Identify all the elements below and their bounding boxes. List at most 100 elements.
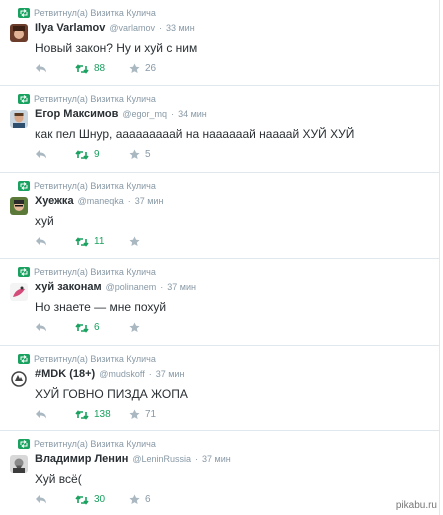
- avatar[interactable]: [10, 24, 28, 42]
- retweet-icon: [75, 63, 89, 74]
- author-name[interactable]: Егор Максимов: [35, 108, 118, 120]
- separator-dot: ·: [158, 23, 162, 33]
- tweet-actions: 9 5: [35, 149, 215, 163]
- retweet-context: Ретвитнул(а) Визитка Кулича: [18, 354, 156, 364]
- retweet-count: 30: [94, 494, 106, 505]
- tweet-actions: 6: [35, 322, 215, 336]
- author-handle[interactable]: @maneqka: [78, 196, 124, 206]
- author-name[interactable]: #MDK (18+): [35, 368, 95, 380]
- author-name[interactable]: Хуежка: [35, 195, 74, 207]
- author-handle[interactable]: @egor_mq: [122, 109, 167, 119]
- tweet-item: Ретвитнул(а) Визитка Кулича Ilya Varlamo…: [0, 0, 440, 86]
- author-name[interactable]: хуй законам: [35, 281, 102, 293]
- tweet-item: Ретвитнул(а) Визитка Кулича Хуежка @mane…: [0, 173, 440, 259]
- favorite-button[interactable]: [129, 322, 145, 333]
- author-name[interactable]: Ilya Varlamov: [35, 22, 105, 34]
- favorite-count: 71: [145, 409, 157, 420]
- retweet-badge-icon: [18, 181, 30, 191]
- reply-icon: [36, 150, 46, 159]
- retweet-context: Ретвитнул(а) Визитка Кулича: [18, 439, 156, 449]
- retweet-count: 88: [94, 63, 106, 74]
- tweet-text: Но знаете — мне похуй: [35, 300, 167, 314]
- retweet-badge-icon: [18, 354, 30, 364]
- tweet-item: Ретвитнул(а) Визитка Кулича хуй законам …: [0, 259, 440, 346]
- separator-dot: ·: [160, 282, 164, 292]
- favorite-button[interactable]: 6: [129, 494, 151, 505]
- tweet-actions: 11: [35, 236, 215, 250]
- author-handle[interactable]: @polinanem: [106, 282, 157, 292]
- favorite-button[interactable]: 26: [129, 63, 156, 74]
- reply-icon: [36, 323, 46, 332]
- reply-icon: [36, 410, 46, 419]
- separator-dot: ·: [195, 454, 199, 464]
- reply-button[interactable]: [35, 494, 47, 504]
- star-icon: [129, 494, 140, 504]
- favorite-count: 5: [145, 149, 151, 160]
- favorite-button[interactable]: 71: [129, 409, 156, 420]
- tweet-text: Хуй всё(: [35, 472, 82, 486]
- retweet-count: 9: [94, 149, 100, 160]
- retweet-icon: [75, 409, 89, 420]
- retweet-icon: [75, 236, 89, 247]
- favorite-button[interactable]: 5: [129, 149, 151, 160]
- retweet-button[interactable]: 138: [75, 409, 111, 420]
- reply-button[interactable]: [35, 409, 47, 419]
- avatar[interactable]: [10, 370, 28, 388]
- tweet-text: ХУЙ ГОВНО ПИЗДА ЖОПА: [35, 387, 188, 401]
- retweet-context: Ретвитнул(а) Визитка Кулича: [18, 8, 156, 18]
- retweet-badge-icon: [18, 267, 30, 277]
- tweet-time[interactable]: 37 мин: [202, 454, 231, 464]
- separator-dot: ·: [127, 196, 131, 206]
- tweet-item: Ретвитнул(а) Визитка Кулича Егор Максимо…: [0, 86, 440, 173]
- tweet-text: хуй: [35, 214, 54, 228]
- avatar[interactable]: [10, 110, 28, 128]
- watermark: pikabu.ru: [395, 500, 437, 511]
- avatar[interactable]: [10, 197, 28, 215]
- separator-dot: ·: [148, 369, 152, 379]
- author-handle[interactable]: @LeninRussia: [132, 454, 191, 464]
- retweet-context: Ретвитнул(а) Визитка Кулича: [18, 181, 156, 191]
- retweet-button[interactable]: 6: [75, 322, 100, 333]
- favorite-count: 6: [145, 494, 151, 505]
- reply-button[interactable]: [35, 63, 47, 73]
- tweet-time[interactable]: 37 мин: [156, 369, 185, 379]
- retweet-context: Ретвитнул(а) Визитка Кулича: [18, 94, 156, 104]
- favorite-button[interactable]: [129, 236, 145, 247]
- retweet-button[interactable]: 88: [75, 63, 105, 74]
- star-icon: [129, 63, 140, 73]
- tweet-item: Ретвитнул(а) Визитка Кулича Владимир Лен…: [0, 431, 440, 515]
- retweet-button[interactable]: 9: [75, 149, 100, 160]
- avatar[interactable]: [10, 455, 28, 473]
- tweet-time[interactable]: 37 мин: [135, 196, 164, 206]
- reply-button[interactable]: [35, 322, 47, 332]
- star-icon: [129, 149, 140, 159]
- tweet-actions: 30 6: [35, 494, 215, 508]
- retweet-button[interactable]: 11: [75, 236, 104, 247]
- tweet-actions: 88 26: [35, 63, 215, 77]
- tweet-text: Новый закон? Ну и хуй с ним: [35, 41, 198, 55]
- author-handle[interactable]: @mudskoff: [99, 369, 145, 379]
- tweet-time[interactable]: 37 мин: [167, 282, 196, 292]
- retweet-icon: [75, 149, 89, 160]
- author-handle[interactable]: @varlamov: [109, 23, 155, 33]
- retweet-icon: [75, 322, 89, 333]
- retweet-count: 138: [94, 409, 111, 420]
- star-icon: [129, 322, 140, 332]
- retweet-badge-icon: [18, 8, 30, 18]
- author-name[interactable]: Владимир Ленин: [35, 453, 128, 465]
- avatar[interactable]: [10, 283, 28, 301]
- reply-icon: [36, 495, 46, 504]
- reply-button[interactable]: [35, 236, 47, 246]
- tweet-time[interactable]: 34 мин: [178, 109, 207, 119]
- retweet-count: 11: [94, 236, 105, 247]
- tweet-time[interactable]: 33 мин: [166, 23, 195, 33]
- reply-icon: [36, 64, 46, 73]
- reply-button[interactable]: [35, 149, 47, 159]
- retweet-button[interactable]: 30: [75, 494, 105, 505]
- retweet-badge-icon: [18, 439, 30, 449]
- retweet-context: Ретвитнул(а) Визитка Кулича: [18, 267, 156, 277]
- retweet-icon: [75, 494, 89, 505]
- retweet-badge-icon: [18, 94, 30, 104]
- star-icon: [129, 236, 140, 246]
- retweet-count: 6: [94, 322, 100, 333]
